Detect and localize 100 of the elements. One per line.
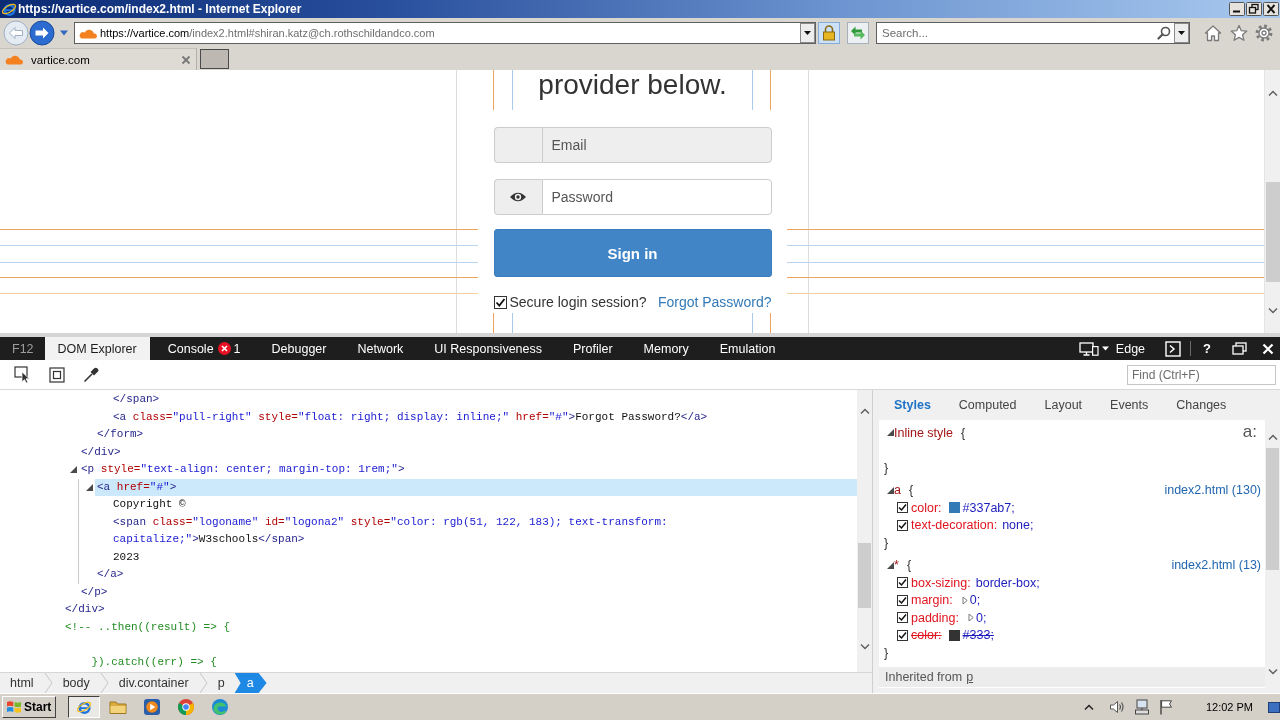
triangle-icon[interactable] — [887, 429, 894, 437]
code-comment[interactable]: <!-- ..then((result) => { }).catch((err) => { — [63, 618, 231, 671]
scroll-thumb[interactable] — [858, 543, 871, 608]
console-icon[interactable] — [1165, 340, 1182, 357]
guide-line — [512, 313, 513, 333]
rule-brace: } — [884, 535, 889, 550]
home-icon[interactable] — [1204, 24, 1222, 42]
eyedropper-icon[interactable] — [83, 366, 99, 383]
eye-icon[interactable] — [509, 191, 527, 203]
box-outline-icon[interactable] — [49, 366, 65, 383]
select-element-icon[interactable] — [14, 366, 32, 383]
code-line[interactable]: <p style="text-align: center; margin-top: 1rem;"> — [79, 461, 405, 479]
show-desktop-button[interactable] — [1268, 701, 1280, 713]
search-field[interactable]: Search... — [876, 22, 1190, 44]
close-icon[interactable] — [1263, 2, 1279, 16]
search-icon[interactable] — [1157, 26, 1171, 40]
breadcrumb-item[interactable]: div.container — [108, 673, 199, 693]
swap-arrows-icon[interactable] — [847, 22, 869, 44]
taskbar-button[interactable] — [68, 696, 101, 718]
scroll-up-icon[interactable] — [1267, 89, 1278, 97]
devtools-tab[interactable]: UI Responsiveness — [421, 337, 555, 360]
panel-tab[interactable]: Styles — [880, 390, 945, 420]
padlock-icon[interactable] — [818, 22, 840, 44]
css-value: 0; — [969, 593, 981, 608]
pseudo-class-toggle[interactable]: a: — [1242, 422, 1257, 442]
settings-icon[interactable] — [1255, 24, 1273, 42]
checkbox[interactable] — [897, 577, 908, 589]
triangle-icon[interactable] — [887, 486, 894, 494]
scroll-down-icon[interactable] — [1267, 668, 1278, 676]
triangle-icon[interactable] — [70, 466, 77, 474]
triangle-icon[interactable] — [887, 561, 894, 569]
undock-icon[interactable] — [1232, 342, 1247, 355]
checkbox[interactable] — [897, 612, 908, 624]
network-icon[interactable] — [1133, 699, 1150, 715]
e-logo-icon — [1, 1, 17, 17]
panel-tab[interactable]: Changes — [1162, 390, 1241, 420]
help-button[interactable]: ? — [1200, 341, 1214, 356]
star-icon[interactable] — [1230, 24, 1248, 42]
code-line[interactable]: </p> — [79, 583, 108, 601]
scroll-thumb[interactable] — [1265, 182, 1280, 282]
find-field[interactable]: Find (Ctrl+F) — [1127, 364, 1276, 385]
code-line[interactable]: 2023 — [111, 548, 140, 566]
panel-tab[interactable]: Events — [1096, 390, 1163, 420]
flag-icon[interactable] — [1158, 699, 1173, 715]
scroll-thumb[interactable] — [1266, 448, 1279, 570]
triangle-icon[interactable] — [86, 483, 93, 491]
scroll-up-icon[interactable] — [1267, 433, 1278, 441]
error-icon — [217, 342, 231, 355]
speaker-icon[interactable] — [1108, 700, 1125, 714]
element-link[interactable]: p — [966, 669, 974, 684]
restore-icon[interactable] — [1246, 2, 1262, 16]
source-link[interactable]: index2.html (130) — [1164, 483, 1261, 498]
checkbox[interactable] — [897, 629, 908, 641]
new-tab-button[interactable] — [200, 49, 229, 69]
css-property: color: — [911, 500, 942, 515]
breadcrumb-item[interactable]: html — [0, 673, 44, 693]
code-line[interactable]: </span> — [111, 391, 160, 409]
code-line[interactable]: </form> — [95, 426, 144, 444]
forgot-password-link[interactable]: Forgot Password? — [657, 292, 772, 312]
window-title: https://vartice.com/index2.html - Internet Explorer — [18, 2, 302, 16]
code-line[interactable]: <a class="pull-right" style="float: right; display: inline;" href="#">Forgot Password?</a> — [111, 408, 708, 426]
code-line[interactable]: Copyright © — [111, 496, 186, 514]
devtools-tab[interactable]: Network — [344, 337, 417, 360]
devtools-tab[interactable]: Console 1 — [154, 337, 254, 360]
caret-down-icon[interactable] — [59, 29, 69, 37]
breadcrumb-item[interactable]: a — [234, 673, 267, 693]
panel-tab[interactable]: Computed — [944, 390, 1031, 420]
code-line[interactable]: </div> — [63, 601, 105, 619]
checkbox[interactable] — [897, 502, 908, 514]
devtools-tab[interactable]: Emulation — [706, 337, 789, 360]
devtools-tab[interactable]: Memory — [630, 337, 702, 360]
cloud-icon — [79, 27, 97, 39]
devtools-tab[interactable]: Debugger — [258, 337, 340, 360]
checkbox[interactable] — [897, 519, 908, 531]
rule-brace: { — [961, 425, 966, 440]
checkbox[interactable] — [493, 295, 507, 309]
breadcrumb-item[interactable]: p — [207, 673, 235, 693]
css-selector: Inline style — [894, 425, 954, 440]
start-button[interactable]: Start — [2, 696, 57, 718]
panel-tab[interactable]: Layout — [1030, 390, 1097, 420]
guide-line — [752, 313, 753, 333]
devtools-tab[interactable]: DOM Explorer — [44, 337, 150, 360]
address-field[interactable]: https://vartice.com/index2.html#shiran.katz@ch.rothschildandco.com — [74, 22, 816, 44]
sign-in-button[interactable]: Sign in — [493, 229, 772, 277]
caret-up-icon[interactable] — [1083, 703, 1094, 711]
scroll-down-icon[interactable] — [859, 643, 870, 651]
chevron-icon — [99, 673, 109, 693]
scroll-down-icon[interactable] — [1267, 307, 1278, 315]
devtools-tab[interactable]: Profiler — [560, 337, 626, 360]
browser-tab[interactable]: vartice.com — [0, 48, 197, 70]
scroll-up-icon[interactable] — [859, 407, 870, 415]
checkbox[interactable] — [897, 594, 908, 606]
source-link[interactable]: index2.html (13) — [1171, 558, 1261, 573]
password-field[interactable]: Password — [541, 179, 772, 215]
code-line[interactable]: </div> — [79, 443, 121, 461]
code-line[interactable]: </a> — [95, 566, 124, 584]
minimize-icon[interactable] — [1229, 2, 1245, 16]
document-mode-dropdown[interactable]: Edge — [1078, 341, 1146, 356]
code-line[interactable]: <span class="logoname" id="logona2" style="color: rgb(51, 122, 183); text-transform: capitalize;">W3schools</span> — [111, 513, 776, 549]
breadcrumb-item[interactable]: body — [52, 673, 100, 693]
